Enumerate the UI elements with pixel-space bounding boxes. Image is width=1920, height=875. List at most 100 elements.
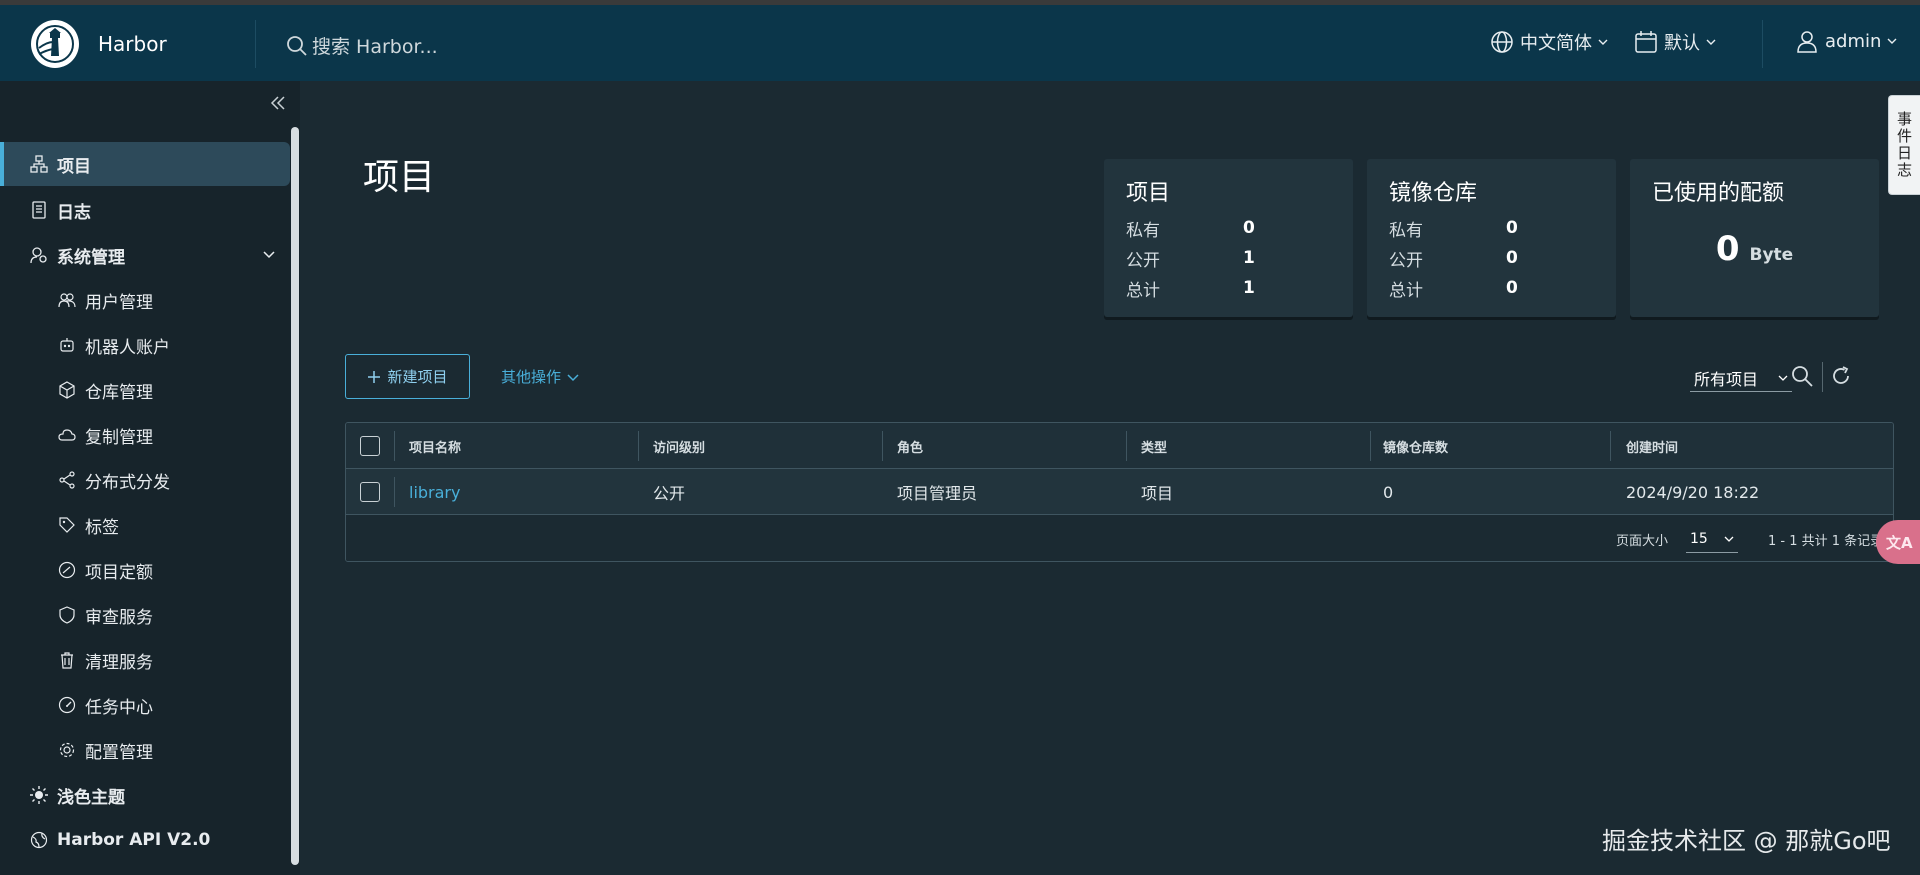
translate-icon: 文A	[1886, 533, 1913, 552]
chevron-down-icon	[567, 373, 579, 381]
table-footer: 页面大小 15 1 - 1 共计 1 条记录	[346, 516, 1893, 561]
sidebar-scrollbar[interactable]	[291, 127, 299, 865]
card-key: 私有	[1126, 220, 1160, 241]
column-header-type[interactable]: 类型	[1141, 423, 1167, 469]
card-key: 私有	[1389, 220, 1423, 241]
datetime-format-label: 默认	[1664, 33, 1700, 54]
column-separator	[394, 431, 395, 461]
sidebar-item-label: 项目	[57, 156, 91, 177]
chevron-down-icon	[1778, 375, 1788, 381]
column-separator[interactable]	[882, 431, 883, 461]
sidebar-item-distributions[interactable]: 分布式分发	[0, 458, 290, 502]
replication-icon	[58, 429, 76, 441]
brand-name[interactable]: Harbor	[98, 32, 167, 56]
header-divider	[255, 20, 256, 68]
select-all-checkbox[interactable]	[360, 436, 380, 456]
card-value: 0	[1506, 218, 1518, 238]
sidebar-item-clean-up[interactable]: 清理服务	[0, 638, 290, 682]
card-value: 1	[1243, 248, 1255, 268]
robot-icon	[60, 338, 74, 352]
new-project-label: 新建项目	[387, 368, 448, 386]
share-icon	[59, 471, 75, 489]
quota-unit: Byte	[1749, 245, 1794, 265]
column-header-access-level[interactable]: 访问级别	[653, 423, 705, 469]
collapse-sidebar-icon[interactable]	[270, 95, 286, 111]
sidebar-item-projects[interactable]: 项目	[0, 142, 290, 186]
column-separator[interactable]	[1610, 431, 1611, 461]
row-checkbox[interactable]	[360, 482, 380, 502]
sidebar-item-job-service[interactable]: 任务中心	[0, 683, 290, 727]
sidebar-item-label: 配置管理	[85, 742, 153, 763]
search-placeholder[interactable]: 搜索 Harbor...	[312, 32, 438, 59]
sidebar-item-label: 项目定额	[85, 562, 153, 583]
sidebar-item-project-quotas[interactable]: 项目定额	[0, 548, 290, 592]
card-row: 公开 0	[1389, 243, 1594, 273]
sidebar-item-users[interactable]: 用户管理	[0, 278, 290, 322]
chevron-down-icon	[1598, 39, 1608, 45]
card-row: 公开 1	[1126, 243, 1331, 273]
other-actions-dropdown[interactable]: 其他操作	[501, 366, 579, 387]
card-row: 私有 0	[1126, 213, 1331, 243]
sidebar-item-administration[interactable]: 系统管理	[0, 233, 290, 277]
dashboard-icon	[58, 696, 76, 714]
project-filter-select[interactable]: 所有项目	[1690, 364, 1792, 392]
sidebar-item-logs[interactable]: 日志	[0, 188, 290, 232]
table-cell: 公开	[653, 484, 686, 503]
card-row: 总计 1	[1126, 273, 1331, 303]
sidebar-item-robot-accounts[interactable]: 机器人账户	[0, 323, 290, 367]
page-size-select[interactable]: 15	[1686, 525, 1738, 553]
new-project-button[interactable]: 新建项目	[345, 354, 470, 399]
summary-card-quota: 已使用的配额 0 Byte	[1630, 159, 1879, 317]
quota-value: 0	[1715, 229, 1740, 269]
harbor-logo-icon[interactable]	[29, 18, 81, 70]
column-header-name[interactable]: 项目名称	[409, 423, 461, 469]
other-actions-label: 其他操作	[501, 368, 562, 386]
sidebar-item-label: 机器人账户	[85, 337, 170, 358]
search-icon[interactable]	[1790, 364, 1814, 388]
sidebar-item-label: 标签	[85, 517, 119, 538]
language-selector[interactable]: 中文简体	[1490, 29, 1608, 55]
users-icon	[58, 293, 76, 308]
column-header-creation-time[interactable]: 创建时间	[1626, 423, 1678, 469]
event-log-tab[interactable]: 事件日志	[1888, 95, 1920, 195]
chevron-down-icon[interactable]	[262, 248, 276, 262]
refresh-icon[interactable]	[1830, 365, 1852, 387]
sidebar-item-label: 任务中心	[85, 697, 153, 718]
table-cell: 2024/9/20 18:22	[1626, 482, 1760, 502]
sidebar-item-harbor-api[interactable]: Harbor API V2.0	[0, 818, 290, 862]
toolbar-divider	[1822, 362, 1823, 392]
sidebar-item-configuration[interactable]: 配置管理	[0, 728, 290, 772]
sidebar-item-label: 用户管理	[85, 292, 153, 313]
sidebar-item-registries[interactable]: 仓库管理	[0, 368, 290, 412]
sidebar-item-interrogation-services[interactable]: 审查服务	[0, 593, 290, 637]
header-divider	[1762, 20, 1763, 68]
chevron-down-icon	[1887, 38, 1897, 44]
plus-icon	[368, 370, 381, 383]
card-key: 公开	[1126, 250, 1160, 271]
project-name-link[interactable]: library	[409, 469, 460, 515]
quota-usage: 0 Byte	[1652, 229, 1857, 269]
sidebar-item-replications[interactable]: 复制管理	[0, 413, 290, 457]
sidebar-item-labels[interactable]: 标签	[0, 503, 290, 547]
column-header-role[interactable]: 角色	[897, 423, 923, 469]
admin-icon	[30, 247, 47, 264]
translate-bubble[interactable]: 文A	[1876, 520, 1920, 564]
column-separator[interactable]	[1370, 431, 1371, 461]
globe-icon	[1491, 31, 1513, 53]
column-header-repo-count[interactable]: 镜像仓库数	[1383, 423, 1448, 469]
page-size-label: 页面大小	[1616, 533, 1669, 549]
datetime-format-selector[interactable]: 默认	[1634, 29, 1716, 55]
column-separator[interactable]	[1126, 431, 1127, 461]
registry-icon	[59, 381, 75, 399]
column-separator[interactable]	[638, 431, 639, 461]
gear-icon	[59, 742, 75, 758]
logs-icon	[32, 201, 46, 219]
user-menu[interactable]: admin	[1795, 29, 1897, 53]
sidebar-item-label: 仓库管理	[85, 382, 153, 403]
card-value: 0	[1506, 248, 1518, 268]
card-key: 总计	[1389, 280, 1423, 301]
sidebar-item-light-theme[interactable]: 浅色主题	[0, 773, 290, 817]
global-search[interactable]: 搜索 Harbor...	[286, 32, 438, 59]
calendar-icon	[1635, 31, 1657, 53]
sidebar-item-label: 分布式分发	[85, 472, 170, 493]
